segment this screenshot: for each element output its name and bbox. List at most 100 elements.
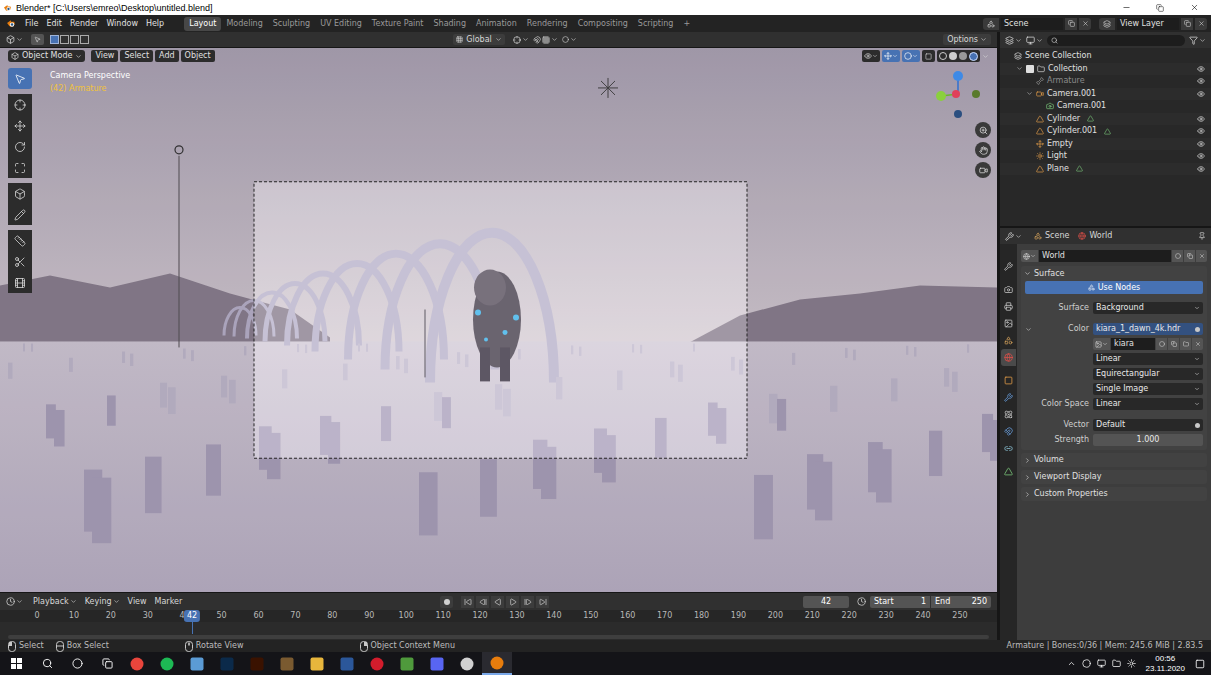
delete-scene-button[interactable]: [1079, 18, 1091, 30]
workspace-tab[interactable]: Animation: [471, 17, 522, 31]
image-name-field[interactable]: kiara: [1111, 338, 1155, 350]
dropdown-field[interactable]: Background: [1093, 302, 1203, 314]
tool-button[interactable]: [8, 115, 32, 136]
visible-eye-icon[interactable]: [1197, 152, 1205, 160]
scene-selector[interactable]: Scene: [983, 18, 1091, 30]
tray-folder-icon[interactable]: [1112, 659, 1121, 668]
select-mode-group[interactable]: [50, 35, 89, 44]
pivot-dropdown[interactable]: [511, 36, 531, 44]
dropdown-field[interactable]: Equirectangular: [1093, 368, 1203, 380]
outliner-row[interactable]: Camera.001: [1000, 88, 1211, 101]
visible-eye-icon[interactable]: [1197, 65, 1205, 73]
visibility-toggle[interactable]: [862, 50, 880, 62]
new-scene-button[interactable]: [1065, 18, 1077, 30]
delete-view-layer-button[interactable]: [1195, 18, 1207, 30]
taskbar-app[interactable]: [182, 652, 212, 675]
taskbar-app[interactable]: [152, 652, 182, 675]
dropdown-field[interactable]: Linear: [1093, 353, 1203, 365]
notifications-icon[interactable]: [1195, 659, 1205, 669]
mode-dropdown[interactable]: Object Mode: [8, 50, 85, 62]
snap-toggle[interactable]: [531, 36, 560, 44]
workspace-tab[interactable]: Rendering: [522, 17, 573, 31]
menu-item[interactable]: Window: [102, 19, 142, 29]
mode-subtract-icon[interactable]: [70, 35, 79, 44]
world-name-field[interactable]: World: [1039, 250, 1171, 262]
tool-button[interactable]: [8, 230, 32, 251]
expand-icon[interactable]: [1025, 326, 1032, 333]
camera-view-button[interactable]: [975, 162, 991, 178]
start-button[interactable]: [0, 652, 32, 675]
duplicate-image-button[interactable]: [1168, 338, 1179, 350]
properties-tab[interactable]: [1001, 389, 1016, 406]
editor-type-button[interactable]: [1005, 232, 1022, 241]
viewport-menu[interactable]: View: [91, 50, 118, 62]
outliner-row[interactable]: Camera.001: [1000, 100, 1211, 113]
timeline-menu[interactable]: Keying: [81, 597, 124, 607]
search-button[interactable]: [32, 652, 62, 675]
xray-toggle[interactable]: [922, 50, 935, 62]
taskbar-app[interactable]: [242, 652, 272, 675]
visible-eye-icon[interactable]: [1197, 165, 1205, 173]
view-layer-name-field[interactable]: View Layer: [1117, 18, 1179, 30]
field-field[interactable]: Default: [1093, 419, 1203, 431]
link-field[interactable]: kiara_1_dawn_4k.hdr: [1093, 323, 1203, 335]
panel-header[interactable]: Viewport Display: [1021, 470, 1207, 484]
menu-item[interactable]: Edit: [42, 19, 66, 29]
task-view-button[interactable]: [92, 652, 122, 675]
play-button[interactable]: [506, 596, 519, 608]
scene-browse[interactable]: [983, 18, 999, 30]
menu-item[interactable]: Help: [142, 19, 168, 29]
next-key-button[interactable]: [521, 596, 534, 608]
dropdown-field[interactable]: Linear: [1093, 398, 1203, 410]
world-datablock[interactable]: World: [1021, 249, 1207, 263]
timeline-menu[interactable]: Playback: [29, 597, 81, 607]
menu-item[interactable]: File: [21, 19, 42, 29]
visible-eye-icon[interactable]: [1197, 127, 1205, 135]
tool-button[interactable]: [8, 183, 32, 204]
visible-eye-icon[interactable]: [1197, 77, 1205, 85]
outliner-row[interactable]: Light: [1000, 150, 1211, 163]
navigation-gizmo-icon[interactable]: [933, 66, 983, 122]
gizmo-toggle[interactable]: [882, 50, 900, 62]
current-frame-field[interactable]: 42: [803, 596, 849, 608]
playhead[interactable]: 42: [184, 610, 200, 622]
end-frame-field[interactable]: End250: [931, 596, 991, 608]
editor-type-button[interactable]: [6, 597, 23, 606]
visible-eye-icon[interactable]: [1197, 140, 1205, 148]
outliner-row[interactable]: Cylinder: [1000, 113, 1211, 126]
open-image-button[interactable]: [1180, 338, 1191, 350]
properties-tab[interactable]: [1001, 423, 1016, 440]
workspace-tab[interactable]: Scripting: [633, 17, 679, 31]
number-field[interactable]: 1.000: [1093, 434, 1203, 446]
taskbar-app[interactable]: [452, 652, 482, 675]
zoom-button[interactable]: [975, 122, 991, 138]
preview-range-icon[interactable]: [857, 597, 866, 606]
expand-icon[interactable]: [1026, 90, 1033, 97]
taskbar-app[interactable]: [272, 652, 302, 675]
3d-viewport[interactable]: Object ModeViewSelectAddObjectCamera Per…: [0, 48, 997, 592]
options-dropdown[interactable]: Options: [943, 34, 991, 45]
solid-shading-icon[interactable]: [949, 52, 957, 60]
exclude-checkbox[interactable]: [1026, 65, 1034, 73]
unlink-world-button[interactable]: [1196, 250, 1207, 262]
jump-start-button[interactable]: [461, 596, 474, 608]
visible-eye-icon[interactable]: [1197, 115, 1205, 123]
overlay-toggle[interactable]: [902, 50, 920, 62]
tool-button[interactable]: [8, 204, 32, 225]
outliner-row[interactable]: Armature: [1000, 75, 1211, 88]
view-layer-selector[interactable]: View Layer: [1099, 18, 1207, 30]
dropdown-field[interactable]: Single Image: [1093, 383, 1203, 395]
fake-user-button[interactable]: [1172, 250, 1183, 262]
blender-menu[interactable]: [6, 18, 17, 29]
clock[interactable]: 00:5623.11.2020: [1142, 654, 1189, 674]
mode-extend-icon[interactable]: [60, 35, 69, 44]
image-browse[interactable]: [1093, 338, 1110, 350]
image-selector[interactable]: kiara: [1093, 338, 1203, 350]
timeline-menu[interactable]: Marker: [151, 597, 187, 607]
mode-invert-icon[interactable]: [80, 35, 89, 44]
outliner-search[interactable]: [1047, 35, 1185, 46]
use-nodes-button[interactable]: Use Nodes: [1025, 281, 1203, 294]
network-icon[interactable]: [1097, 659, 1106, 668]
new-view-layer-button[interactable]: [1181, 18, 1193, 30]
workspace-tab[interactable]: Layout: [184, 17, 221, 31]
